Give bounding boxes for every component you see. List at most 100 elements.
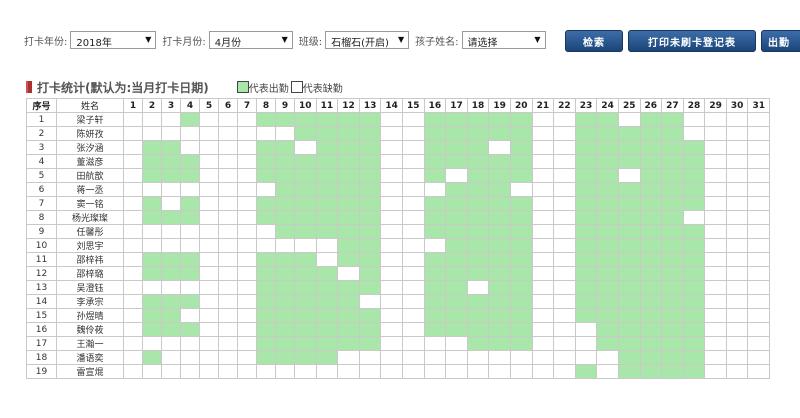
- year-select[interactable]: 2018年 ▼: [70, 31, 157, 49]
- attendance-cell-absent: [199, 336, 219, 351]
- row-index: 8: [26, 210, 57, 225]
- export-attendance-button[interactable]: 出勤: [761, 30, 800, 52]
- attendance-cell-present: [358, 140, 382, 155]
- attendance-cell-present: [445, 210, 468, 225]
- attendance-cell-present: [358, 322, 382, 337]
- attendance-cell-present: [682, 196, 706, 211]
- attendance-cell-absent: [380, 168, 403, 183]
- attendance-cell-absent: [553, 266, 576, 281]
- attendance-cell-present: [275, 168, 295, 183]
- attendance-cell-absent: [531, 308, 555, 323]
- attendance-cell-present: [180, 196, 200, 211]
- attendance-cell-absent: [161, 182, 181, 197]
- attendance-cell-present: [661, 210, 684, 225]
- attendance-cell-absent: [574, 350, 598, 365]
- header-day: 14: [380, 98, 403, 113]
- attendance-cell-absent: [466, 280, 490, 295]
- month-select[interactable]: 4月份 ▼: [208, 31, 293, 49]
- attendance-cell-present: [596, 224, 619, 239]
- attendance-cell-present: [423, 294, 447, 309]
- attendance-cell-present: [294, 322, 317, 337]
- attendance-cell-present: [315, 266, 339, 281]
- attendance-cell-absent: [237, 140, 257, 155]
- attendance-cell-present: [161, 154, 181, 169]
- attendance-cell-absent: [704, 252, 727, 267]
- attendance-cell-absent: [237, 266, 257, 281]
- attendance-cell-present: [315, 336, 339, 351]
- attendance-cell-present: [142, 266, 162, 281]
- attendance-cell-absent: [123, 140, 143, 155]
- class-select[interactable]: 石榴石(开启) ▼: [325, 31, 410, 49]
- header-day: 26: [639, 98, 663, 113]
- search-button[interactable]: 检索: [565, 30, 623, 52]
- attendance-cell-absent: [237, 294, 257, 309]
- attendance-cell-present: [466, 182, 490, 197]
- row-index: 7: [26, 196, 57, 211]
- attendance-cell-absent: [747, 308, 771, 323]
- attendance-cell-present: [466, 168, 490, 183]
- attendance-cell-present: [142, 294, 162, 309]
- attendance-cell-present: [574, 196, 598, 211]
- row-index: 10: [26, 238, 57, 253]
- row-index: 4: [26, 154, 57, 169]
- attendance-cell-absent: [401, 210, 425, 225]
- month-select-value: 4月份: [214, 38, 242, 49]
- header-day: 10: [294, 98, 317, 113]
- table-row: 4 董滋彦: [26, 154, 771, 169]
- attendance-cell-absent: [617, 112, 641, 127]
- attendance-cell-present: [294, 280, 317, 295]
- attendance-cell-absent: [218, 224, 238, 239]
- attendance-cell-absent: [725, 350, 749, 365]
- attendance-cell-absent: [553, 112, 576, 127]
- attendance-cell-present: [294, 182, 317, 197]
- attendance-cell-absent: [725, 196, 749, 211]
- attendance-cell-present: [488, 252, 511, 267]
- attendance-cell-absent: [553, 182, 576, 197]
- attendance-cell-present: [661, 364, 684, 379]
- attendance-cell-absent: [380, 182, 403, 197]
- attendance-cell-absent: [218, 196, 238, 211]
- attendance-cell-absent: [199, 350, 219, 365]
- attendance-cell-absent: [123, 112, 143, 127]
- attendance-cell-absent: [275, 126, 295, 141]
- header-day: 31: [747, 98, 771, 113]
- attendance-cell-absent: [180, 140, 200, 155]
- attendance-cell-absent: [725, 294, 749, 309]
- attendance-cell-present: [358, 336, 382, 351]
- attendance-cell-present: [596, 322, 619, 337]
- attendance-cell-present: [509, 154, 533, 169]
- attendance-cell-present: [574, 168, 598, 183]
- header-day: 8: [256, 98, 276, 113]
- attendance-cell-absent: [123, 280, 143, 295]
- child-select[interactable]: 请选择 ▼: [461, 31, 546, 49]
- attendance-cell-absent: [747, 350, 771, 365]
- attendance-cell-present: [445, 154, 468, 169]
- attendance-cell-absent: [380, 252, 403, 267]
- attendance-cell-absent: [380, 336, 403, 351]
- attendance-cell-present: [509, 280, 533, 295]
- attendance-cell-present: [466, 336, 490, 351]
- table-row: 18 潘语奕: [26, 350, 771, 365]
- attendance-cell-absent: [337, 364, 360, 379]
- attendance-cell-absent: [123, 154, 143, 169]
- attendance-cell-absent: [445, 364, 468, 379]
- attendance-cell-absent: [401, 196, 425, 211]
- attendance-cell-absent: [704, 322, 727, 337]
- attendance-cell-absent: [237, 364, 257, 379]
- attendance-cell-absent: [199, 238, 219, 253]
- attendance-cell-absent: [358, 294, 382, 309]
- attendance-cell-absent: [123, 224, 143, 239]
- attendance-cell-absent: [747, 336, 771, 351]
- attendance-cell-present: [574, 112, 598, 127]
- attendance-cell-present: [423, 266, 447, 281]
- attendance-cell-present: [275, 140, 295, 155]
- attendance-cell-absent: [180, 182, 200, 197]
- attendance-cell-absent: [218, 168, 238, 183]
- attendance-cell-present: [445, 224, 468, 239]
- attendance-cell-absent: [218, 140, 238, 155]
- attendance-cell-present: [275, 266, 295, 281]
- attendance-cell-absent: [294, 140, 317, 155]
- print-unswiped-button[interactable]: 打印未刷卡登记表: [628, 30, 756, 52]
- attendance-cell-absent: [142, 182, 162, 197]
- attendance-cell-present: [294, 210, 317, 225]
